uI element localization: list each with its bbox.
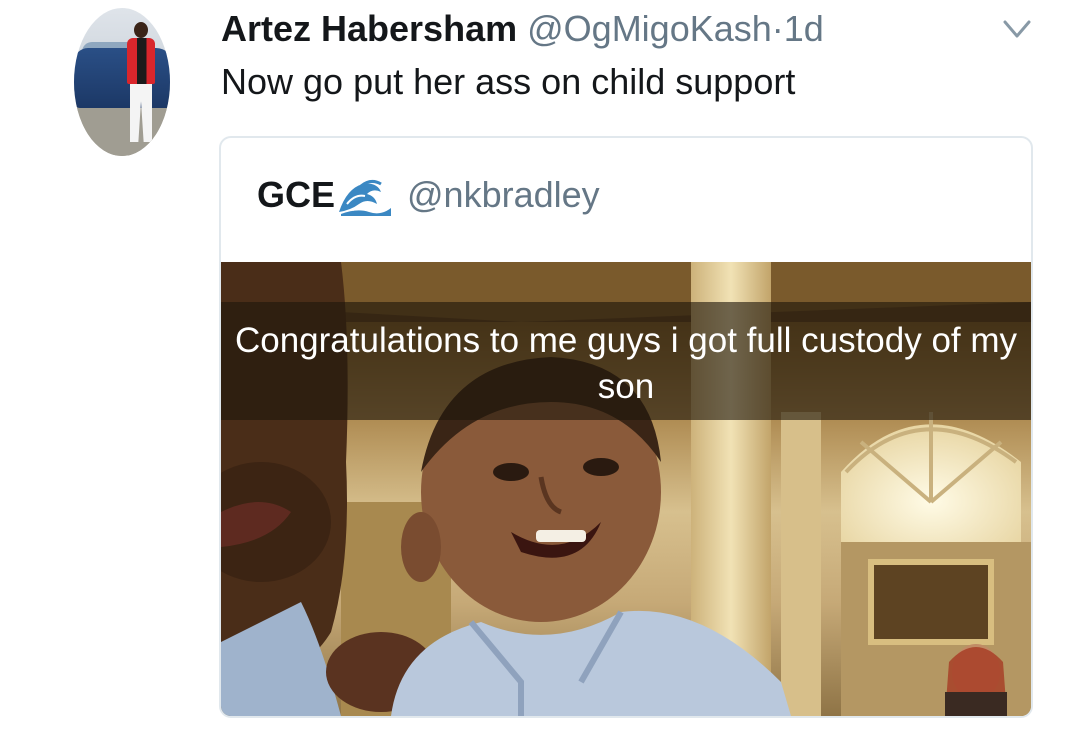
quoted-tweet-header: GCE @nkbradley <box>257 174 600 216</box>
tweet-header: Artez Habersham @OgMigoKash·1d <box>221 8 824 50</box>
quoted-tweet-image[interactable]: Congratulations to me guys i got full cu… <box>221 262 1031 716</box>
chevron-down-icon[interactable] <box>1000 14 1034 44</box>
separator-dot: · <box>771 8 784 49</box>
author-name[interactable]: Artez Habersham <box>221 8 517 49</box>
avatar-ground <box>74 108 170 156</box>
snap-caption: Congratulations to me guys i got full cu… <box>234 321 1018 406</box>
tweet[interactable]: Artez Habersham @OgMigoKash·1d Now go pu… <box>0 0 1080 735</box>
avatar-person-head <box>134 22 148 38</box>
water-wave-icon <box>337 174 394 216</box>
quoted-author-handle: @nkbradley <box>407 174 600 215</box>
avatar-person-body <box>127 38 155 84</box>
avatar[interactable] <box>74 8 170 156</box>
tweet-text: Now go put her ass on child support <box>221 61 796 102</box>
timestamp[interactable]: 1d <box>784 8 824 49</box>
quoted-author-name: GCE <box>257 174 336 215</box>
author-handle[interactable]: @OgMigoKash <box>527 8 772 49</box>
quoted-tweet[interactable]: GCE @nkbradley Congratulations to me guy… <box>219 136 1033 718</box>
avatar-car <box>74 48 170 108</box>
